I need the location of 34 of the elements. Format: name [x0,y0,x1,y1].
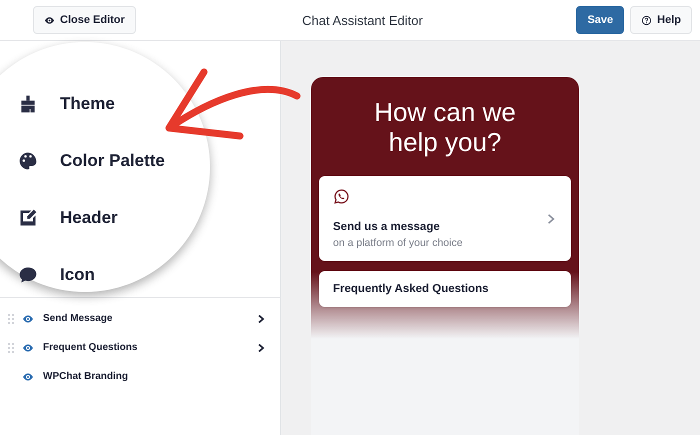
chat-icon [18,264,38,284]
eye-icon[interactable] [22,342,34,354]
menu-item[interactable]: Color Palette [18,132,210,189]
section-item[interactable]: WPChat Branding [0,362,280,391]
save-button[interactable]: Save [576,6,624,34]
help-icon [641,14,652,26]
whatsapp-icon [333,188,350,205]
section-item[interactable]: Send Message [0,304,280,333]
chevron-right-icon[interactable] [256,342,266,352]
close-editor-button[interactable]: Close Editor [33,6,136,34]
card-subtitle: on a platform of your choice [333,237,464,249]
card-title: Frequently Asked Questions [333,283,490,295]
drag-handle-icon[interactable] [8,314,14,324]
menu-item[interactable]: Icon [18,246,210,303]
section-item[interactable]: Frequent Questions [0,333,280,362]
menu-item[interactable]: Header [18,189,210,246]
chevron-right-icon [545,212,557,224]
eye-icon[interactable] [22,370,34,382]
widget-card[interactable]: Frequently Asked Questions [319,271,571,307]
section-label: WPChat Branding [43,371,129,382]
drag-handle-icon[interactable] [8,342,14,352]
eye-icon [44,14,55,26]
section-label: Frequent Questions [43,342,138,353]
section-label: Send Message [43,313,114,324]
widget-heading: How can we help you? [373,97,517,157]
card-title: Send us a message [333,221,441,233]
eye-icon[interactable] [22,312,34,324]
editor-title: Chat Assistant Editor [302,12,423,28]
help-button[interactable]: Help [630,6,692,34]
palette-icon [18,150,38,170]
chevron-right-icon[interactable] [256,314,266,324]
edit-icon [18,208,38,228]
menu-item[interactable]: Theme [18,75,210,132]
widget-card[interactable]: Send us a message on a platform of your choice [319,176,571,261]
